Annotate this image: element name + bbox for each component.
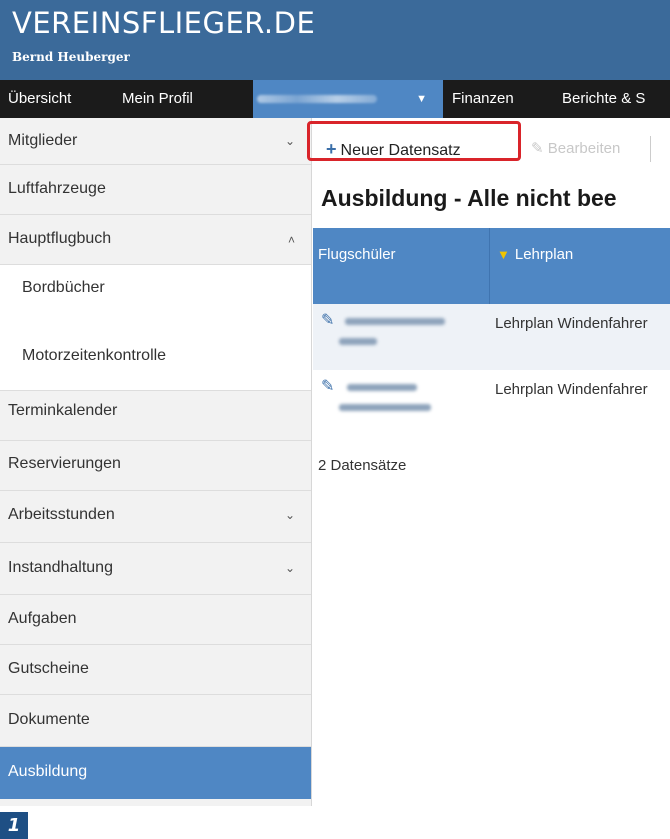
nav-uebersicht[interactable]: Übersicht [8,80,71,118]
caret-down-icon: ▼ [416,93,427,105]
nav-berichte[interactable]: Berichte & S [562,80,645,118]
sidebar-item-gutscheine[interactable]: Gutscheine [0,645,311,695]
lehrplan-cell: Lehrplan Windenfahrer [495,315,648,332]
redacted-student-name [339,314,449,350]
sidebar-item-label: Luftfahrzeuge [8,180,106,197]
sidebar-item-label: Dokumente [8,711,90,728]
redacted-student-name [339,380,449,416]
sidebar-item-label: Aufgaben [8,610,77,627]
column-header-label: Lehrplan [514,246,574,263]
nav-finanzen[interactable]: Finanzen [452,80,514,118]
user-name: Bernd Heuberger [12,50,130,64]
sidebar-item-hauptflugbuch[interactable]: Hauptflugbuch ˄ [0,215,311,265]
sidebar-item-label: Instandhaltung [8,559,113,576]
sidebar-item-bordbuecher[interactable]: Bordbücher [0,265,311,317]
sidebar-item-mitglieder[interactable]: Mitglieder ⌄ [0,118,311,165]
edit-button[interactable]: ✎ Bearbeiten [531,130,620,168]
chevron-down-icon: ⌄ [284,508,295,522]
toolbar-divider [650,136,651,162]
sidebar-item-arbeitsstunden[interactable]: Arbeitsstunden ⌄ [0,491,311,543]
sidebar-item-luftfahrzeuge[interactable]: Luftfahrzeuge [0,165,311,215]
brand-logo[interactable]: VEREINSFLIEGER.DE [12,6,315,40]
column-header-flugschueler[interactable]: Flugschüler [318,246,396,263]
chevron-down-icon: ⌄ [284,134,295,148]
sidebar-item-label: Motorzeitenkontrolle [22,347,167,364]
sidebar-item-instandhaltung[interactable]: Instandhaltung ⌄ [0,543,311,595]
pencil-icon: ✎ [531,140,544,157]
chevron-up-icon: ˄ [287,233,295,247]
table-row[interactable]: ✎ Lehrplan Windenfahrer [313,370,670,440]
grid-header: Flugschüler ▼ Lehrplan [313,228,670,304]
sidebar-item-label: Mitglieder [8,132,78,149]
highlight-frame [307,121,521,161]
sidebar-item-label: Arbeitsstunden [8,506,115,523]
chevron-down-icon: ⌄ [284,561,295,575]
sidebar-item-label: Reservierungen [8,455,121,472]
figure-number-badge: 1 [0,812,28,839]
sidebar-item-terminkalender[interactable]: Terminkalender [0,391,311,441]
page-title: Ausbildung - Alle nicht bee [321,185,617,211]
main-navbar: Übersicht Mein Profil ▼ Finanzen Bericht… [0,80,670,118]
sidebar-item-motorzeitenkontrolle[interactable]: Motorzeitenkontrolle [0,317,311,391]
sidebar-item-reservierungen[interactable]: Reservierungen [0,441,311,491]
sidebar-item-dokumente[interactable]: Dokumente [0,695,311,747]
sidebar-item-ausbildung[interactable]: Ausbildung [0,747,311,799]
sidebar-item-label: Ausbildung [8,763,88,780]
column-divider [489,228,490,304]
sidebar: Mitglieder ⌄ Luftfahrzeuge Hauptflugbuch… [0,118,312,806]
nav-club-dropdown[interactable]: ▼ [253,80,443,118]
sidebar-item-label: Hauptflugbuch [8,230,112,247]
pencil-icon[interactable]: ✎ [321,310,334,330]
sidebar-item-label: Bordbücher [22,279,105,296]
sidebar-item-label: Terminkalender [8,402,118,419]
pencil-icon[interactable]: ✎ [321,376,334,396]
app-header: VEREINSFLIEGER.DE Bernd Heuberger [0,0,670,80]
nav-mein-profil[interactable]: Mein Profil [122,80,193,118]
sidebar-item-label: Gutscheine [8,660,89,677]
record-count: 2 Datensätze [318,457,407,474]
column-header-lehrplan[interactable]: ▼ Lehrplan [497,246,573,263]
edit-label: Bearbeiten [547,140,621,157]
sidebar-item-aufgaben[interactable]: Aufgaben [0,595,311,645]
lehrplan-cell: Lehrplan Windenfahrer [495,381,648,398]
redacted-club-name [257,95,377,103]
table-row[interactable]: ✎ Lehrplan Windenfahrer [313,304,670,370]
filter-icon[interactable]: ▼ [497,247,510,262]
